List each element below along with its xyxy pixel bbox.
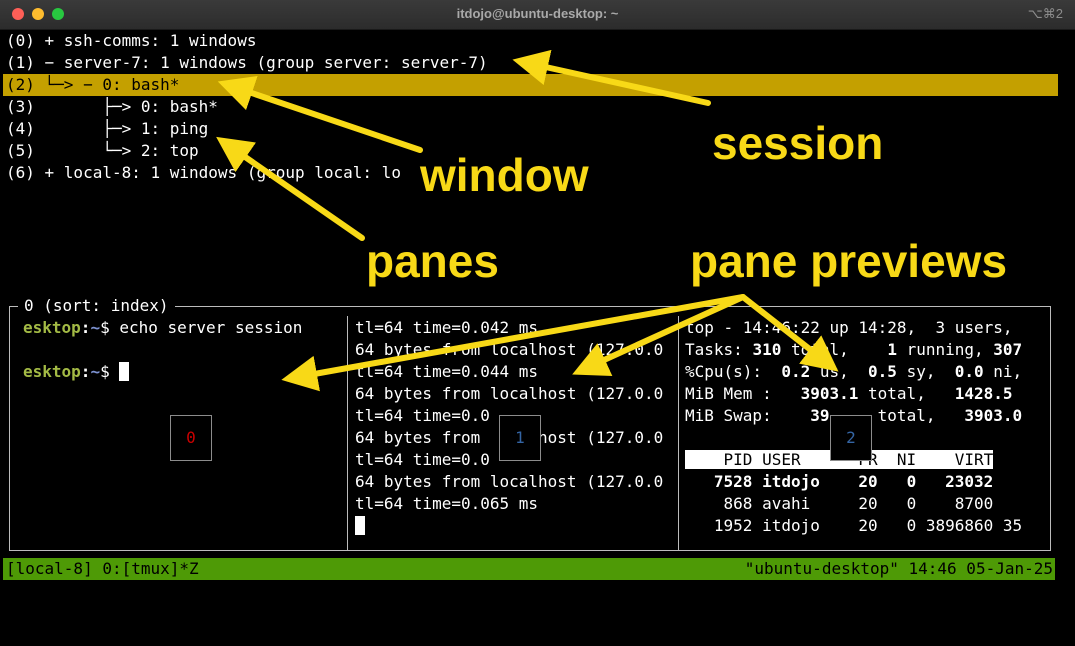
top-process-row: 7528 itdojo 20 0 23032 xyxy=(685,472,994,491)
pane-number-label: 0 xyxy=(186,428,196,447)
tmux-status-bar: [local-8] 0:[tmux]*Z "ubuntu-desktop" 14… xyxy=(3,558,1055,580)
tree-item-pane-2[interactable]: (5) └─> 2: top xyxy=(6,140,199,162)
pane-divider xyxy=(678,316,679,550)
output-line: tl=64 time=0.065 ms xyxy=(355,494,539,513)
top-process-row: 868 avahi 20 0 8700 xyxy=(685,494,994,513)
top-cpu-line: %Cpu(s): 0.2 us, 0.5 sy, 0.0 ni, xyxy=(685,362,1023,381)
output-line: tl=64 time=0.042 ms xyxy=(355,318,539,337)
tree-item-window-0-selected[interactable]: (2) └─> − 0: bash* xyxy=(3,74,1058,96)
pane-number-1: 1 xyxy=(499,415,541,461)
terminal[interactable]: (0) + ssh-comms: 1 windows (1) − server-… xyxy=(0,30,1075,583)
pane-number-0: 0 xyxy=(170,415,212,461)
top-tasks-line: Tasks: 310 total, 1 running, 307 xyxy=(685,340,1023,359)
top-uptime-line: top - 14:46:22 up 14:28, 3 users, xyxy=(685,318,1013,337)
window-title: itdojo@ubuntu-desktop: ~ xyxy=(456,6,619,21)
tree-item-session-ssh-comms[interactable]: (0) + ssh-comms: 1 windows xyxy=(6,30,256,52)
top-process-row: 1952 itdojo 20 0 3896860 35 xyxy=(685,516,1023,535)
preview-title: 0 (sort: index) xyxy=(18,295,175,317)
status-left: [local-8] 0:[tmux]*Z xyxy=(6,559,199,578)
tree-item-pane-0[interactable]: (3) ├─> 0: bash* xyxy=(6,96,218,118)
output-line: 64 bytes from localhost (127.0.0 xyxy=(355,384,664,403)
pane-number-label: 1 xyxy=(515,428,525,447)
pane-number-2: 2 xyxy=(830,415,872,461)
output-line: 64 bytes from localhost (127.0.0 xyxy=(355,340,664,359)
prompt-line: esktop:~$ echo server session xyxy=(23,318,303,337)
window-titlebar: itdojo@ubuntu-desktop: ~ ⌥⌘2 xyxy=(0,0,1075,30)
status-right: "ubuntu-desktop" 14:46 05-Jan-25 xyxy=(744,559,1053,578)
top-mem-line: MiB Mem : 3903.1 total, 1428.5 xyxy=(685,384,1013,403)
tree-item-session-local-8[interactable]: (6) + local-8: 1 windows (group local: l… xyxy=(6,162,401,184)
output-line: tl=64 time=0.044 ms xyxy=(355,362,539,381)
callout-panes: panes xyxy=(366,235,499,287)
callout-pane-previews: pane previews xyxy=(690,235,1008,287)
cursor-line xyxy=(355,515,675,537)
callout-session: session xyxy=(712,117,884,169)
tree-item-session-server-7[interactable]: (1) − server-7: 1 windows (group server:… xyxy=(6,52,488,74)
text-cursor xyxy=(355,516,365,535)
callout-window: window xyxy=(420,149,589,201)
prompt-line: esktop:~$ xyxy=(23,361,345,383)
pane-divider xyxy=(347,316,348,550)
window-shortcut: ⌥⌘2 xyxy=(1027,6,1063,21)
output-line: 64 bytes from localhost (127.0.0 xyxy=(355,472,664,491)
tree-item-pane-1[interactable]: (4) ├─> 1: ping xyxy=(6,118,208,140)
pane-number-label: 2 xyxy=(846,428,856,447)
text-cursor xyxy=(119,362,130,381)
